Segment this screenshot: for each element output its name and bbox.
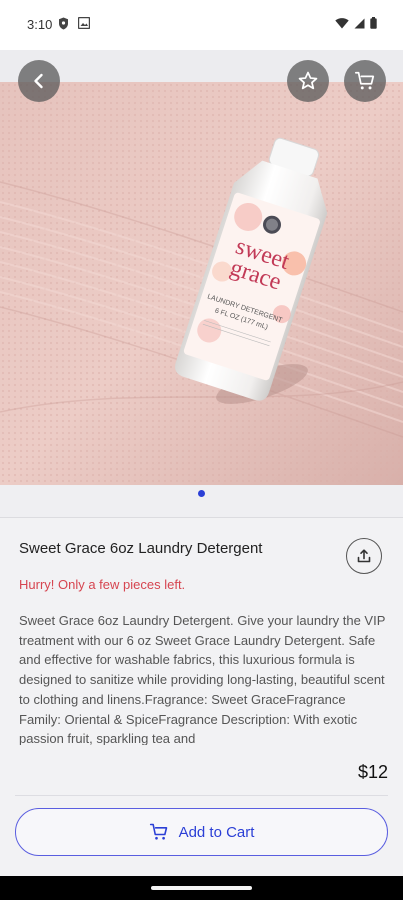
image-pager (0, 485, 403, 518)
shield-icon (59, 17, 68, 30)
share-icon (357, 549, 371, 563)
add-to-cart-button[interactable]: Add to Cart (15, 808, 388, 856)
product-title: Sweet Grace 6oz Laundry Detergent (19, 540, 263, 557)
product-image[interactable]: sweet grace LAUNDRY DETERGENT 6 FL OZ (1… (0, 82, 403, 485)
product-photo: sweet grace LAUNDRY DETERGENT 6 FL OZ (1… (0, 82, 403, 485)
favorite-button[interactable] (287, 60, 329, 102)
pager-dot-active[interactable] (198, 490, 205, 497)
status-time: 3:10 (27, 17, 53, 32)
home-handle[interactable] (151, 886, 252, 890)
image-notification-icon (78, 17, 90, 29)
divider (15, 795, 388, 796)
stock-warning: Hurry! Only a few pieces left. (19, 577, 186, 592)
add-to-cart-label: Add to Cart (178, 823, 255, 841)
back-button[interactable] (18, 60, 60, 102)
status-bar: 3:10 (0, 0, 403, 50)
product-description: Sweet Grace 6oz Laundry Detergent. Give … (19, 613, 386, 745)
system-nav-bar (0, 876, 403, 900)
product-price: $12 (357, 762, 388, 782)
wifi-icon (335, 18, 349, 29)
battery-icon (370, 17, 377, 29)
cart-icon (149, 823, 167, 840)
share-button[interactable] (346, 538, 382, 574)
cart-icon (354, 71, 375, 90)
image-top-strip (0, 50, 403, 82)
signal-icon (354, 18, 365, 28)
star-icon (298, 71, 318, 90)
cart-button[interactable] (344, 60, 386, 102)
back-arrow-icon (34, 73, 43, 89)
